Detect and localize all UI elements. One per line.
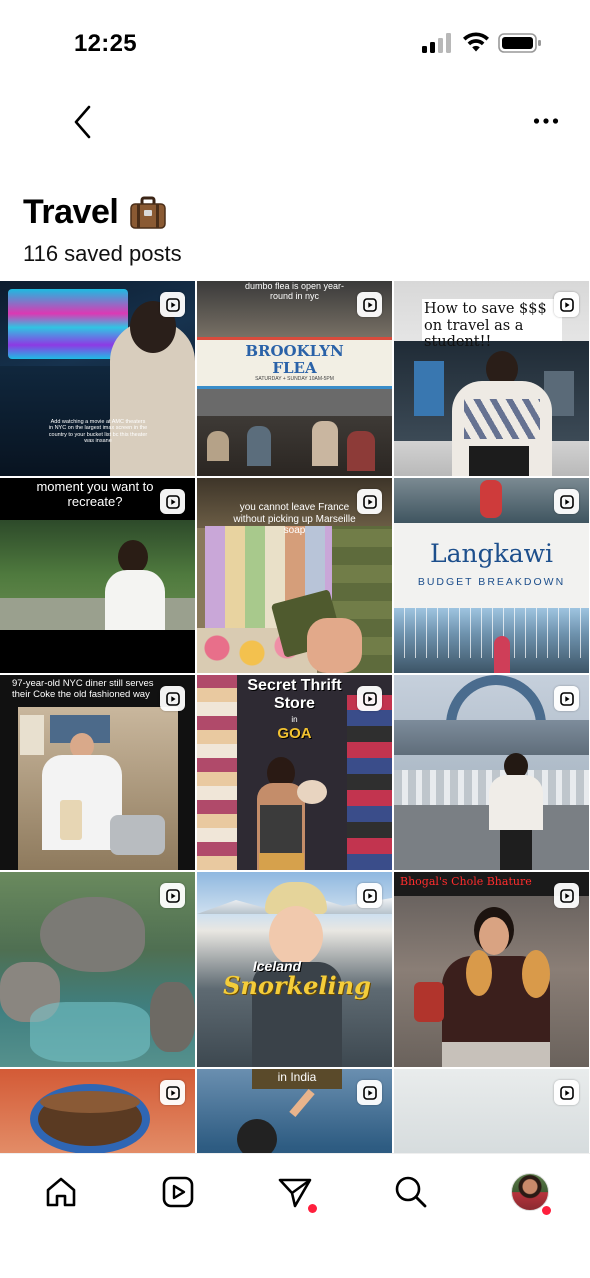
collection-title: Travel	[23, 193, 119, 231]
nav-search[interactable]	[386, 1170, 436, 1214]
post-tile[interactable]: in India	[197, 1069, 392, 1153]
notification-dot	[542, 1206, 551, 1215]
post-caption: dumbo flea is open year-round in nyc	[244, 281, 345, 302]
reels-icon	[165, 888, 180, 903]
reel-badge	[554, 883, 579, 908]
profile-avatar	[511, 1173, 549, 1211]
reel-badge	[357, 883, 382, 908]
chevron-left-icon	[74, 105, 91, 139]
reels-icon	[165, 494, 180, 509]
post-caption: Secret Thrift Store	[247, 677, 342, 713]
post-tile[interactable]	[394, 1069, 589, 1153]
reel-badge	[357, 489, 382, 514]
reel-badge	[160, 1080, 185, 1105]
nav-direct-messages[interactable]	[270, 1170, 320, 1214]
reel-badge	[357, 292, 382, 317]
reels-icon	[165, 691, 180, 706]
reels-icon	[559, 888, 574, 903]
post-sub-caption: in	[291, 715, 298, 724]
post-tile[interactable]: How to save $$$ on travel as a student!!	[394, 281, 589, 476]
reel-badge	[554, 292, 579, 317]
reels-icon	[362, 297, 377, 312]
reels-icon	[362, 691, 377, 706]
post-tile[interactable]: Add watching a movie at AMC theaters in …	[0, 281, 195, 476]
nav-reels[interactable]	[153, 1170, 203, 1214]
search-icon	[395, 1176, 427, 1208]
saved-posts-count: 116 saved posts	[23, 241, 182, 266]
status-time: 12:25	[74, 30, 137, 57]
collection-title-row: Travel	[23, 193, 167, 232]
post-tile[interactable]: Bhogal's Chole Bhature	[394, 872, 589, 1067]
reel-badge	[357, 686, 382, 711]
reels-icon	[165, 1085, 180, 1100]
post-tile[interactable]: Langkawi BUDGET BREAKDOWN	[394, 478, 589, 673]
status-bar: 12:25	[0, 0, 590, 90]
reel-badge	[554, 686, 579, 711]
post-sub-caption: BUDGET BREAKDOWN	[417, 576, 566, 588]
post-tile[interactable]	[0, 1069, 195, 1153]
saved-posts-grid: Add watching a movie at AMC theaters in …	[0, 281, 590, 1153]
post-caption: Langkawi	[429, 539, 554, 568]
battery-icon	[498, 33, 541, 53]
post-tile[interactable]: Iceland Snorkeling	[197, 872, 392, 1067]
reel-badge	[357, 1080, 382, 1105]
reel-badge	[160, 883, 185, 908]
post-sub-caption: Snorkeling	[223, 971, 371, 1000]
post-caption: moment you want to recreate?	[36, 479, 154, 509]
post-caption: Add watching a movie at AMC theaters in …	[48, 419, 148, 444]
reels-icon	[362, 888, 377, 903]
post-caption: you cannot leave France without picking …	[233, 502, 356, 536]
post-caption: How to save $$$ on travel as a student!!	[424, 301, 547, 351]
flea-sign-title: BROOKLYN FLEA	[245, 342, 344, 378]
reels-icon	[165, 297, 180, 312]
reel-badge	[554, 1080, 579, 1105]
reels-icon	[559, 691, 574, 706]
reel-badge	[160, 292, 185, 317]
reels-icon	[559, 297, 574, 312]
cellular-signal-icon	[422, 33, 451, 53]
flea-sign-hours: SATURDAY + SUNDAY 10AM-5PM	[255, 376, 334, 382]
notification-dot	[308, 1204, 317, 1213]
back-button[interactable]	[66, 102, 100, 142]
post-caption: in India	[277, 1070, 317, 1084]
post-tile[interactable]: Secret Thrift Store in GOA	[197, 675, 392, 870]
reels-icon	[559, 1085, 574, 1100]
direct-message-icon	[278, 1178, 312, 1208]
post-place: GOA	[277, 725, 312, 742]
suitcase-icon	[130, 196, 167, 229]
reels-icon	[362, 1085, 377, 1100]
post-caption: 97-year-old NYC diner still serves their…	[12, 678, 154, 700]
home-icon	[46, 1177, 76, 1207]
more-options-button[interactable]	[524, 106, 568, 136]
nav-home[interactable]	[36, 1170, 86, 1214]
reel-badge	[160, 489, 185, 514]
post-tile[interactable]: 97-year-old NYC diner still serves their…	[0, 675, 195, 870]
ellipsis-icon	[533, 118, 559, 124]
reel-badge	[160, 686, 185, 711]
bottom-navigation-bar	[0, 1153, 590, 1278]
post-tile[interactable]: dumbo flea is open year-round in nyc BRO…	[197, 281, 392, 476]
post-tile[interactable]	[0, 872, 195, 1067]
reels-icon	[362, 494, 377, 509]
reels-icon	[162, 1176, 194, 1208]
post-tile[interactable]: you cannot leave France without picking …	[197, 478, 392, 673]
post-tile[interactable]: moment you want to recreate?	[0, 478, 195, 673]
reel-badge	[554, 489, 579, 514]
reels-icon	[559, 494, 574, 509]
post-tile[interactable]	[394, 675, 589, 870]
nav-profile[interactable]	[505, 1170, 555, 1215]
wifi-icon	[463, 32, 489, 52]
